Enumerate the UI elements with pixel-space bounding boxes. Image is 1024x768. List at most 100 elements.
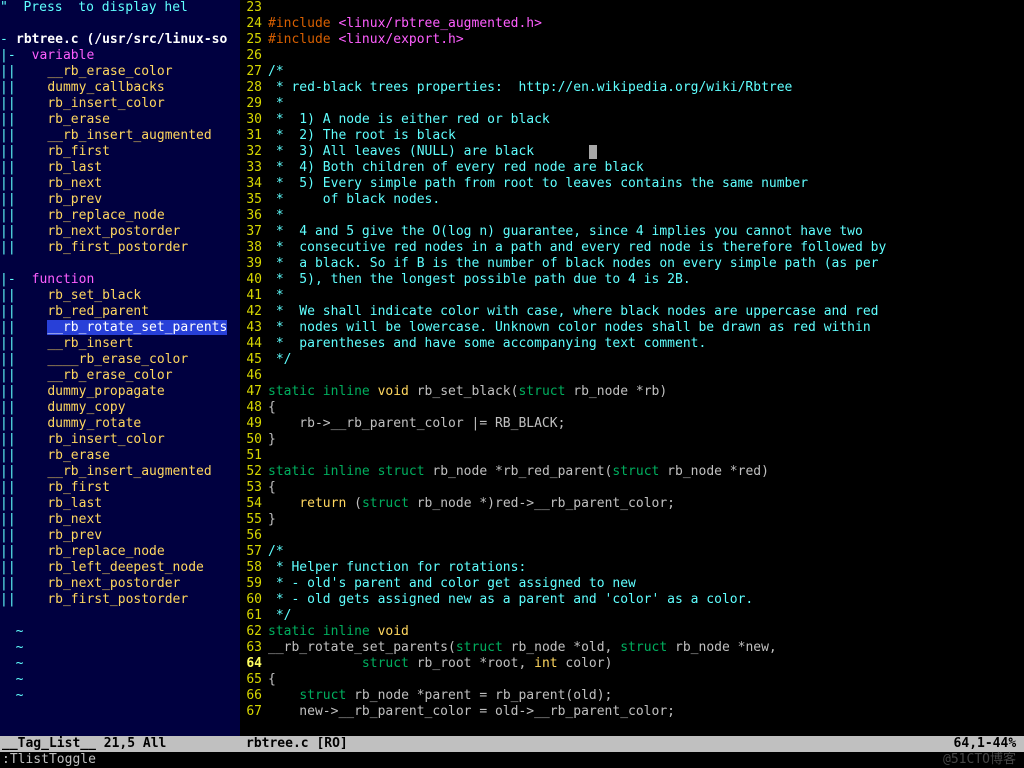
line-number: 47: [240, 384, 262, 400]
line-number: 33: [240, 160, 262, 176]
code-line[interactable]: struct rb_node *parent = rb_parent(old);: [268, 688, 1024, 704]
line-number: 42: [240, 304, 262, 320]
line-number: 43: [240, 320, 262, 336]
taglist-item[interactable]: || rb_insert_color: [0, 96, 240, 112]
taglist-file[interactable]: - rbtree.c (/usr/src/linux-so: [0, 32, 240, 48]
taglist-item[interactable]: || rb_first: [0, 144, 240, 160]
taglist-item[interactable]: || __rb_erase_color: [0, 368, 240, 384]
code-buffer-name: rbtree.c [RO]: [246, 736, 348, 752]
code-line[interactable]: * of black nodes.: [268, 192, 1024, 208]
taglist-item[interactable]: || rb_first_postorder: [0, 592, 240, 608]
taglist-item[interactable]: || rb_erase: [0, 448, 240, 464]
taglist-item[interactable]: || rb_prev: [0, 528, 240, 544]
taglist-pane[interactable]: " Press to display hel- rbtree.c (/usr/s…: [0, 0, 240, 736]
taglist-item[interactable]: || ____rb_erase_color: [0, 352, 240, 368]
code-line[interactable]: rb->__rb_parent_color |= RB_BLACK;: [268, 416, 1024, 432]
code-line[interactable]: return (struct rb_node *)red->__rb_paren…: [268, 496, 1024, 512]
code-line[interactable]: * 4 and 5 give the O(log n) guarantee, s…: [268, 224, 1024, 240]
taglist-item[interactable]: || rb_last: [0, 496, 240, 512]
command-line[interactable]: :TlistToggle @51CTO博客: [0, 752, 1024, 768]
taglist-item[interactable]: || dummy_rotate: [0, 416, 240, 432]
code-line[interactable]: static inline void rb_set_black(struct r…: [268, 384, 1024, 400]
code-line[interactable]: * 1) A node is either red or black: [268, 112, 1024, 128]
code-line[interactable]: * - old gets assigned new as a parent an…: [268, 592, 1024, 608]
code-line[interactable]: * a black. So if B is the number of blac…: [268, 256, 1024, 272]
code-line[interactable]: struct rb_root *root, int color): [268, 656, 1024, 672]
code-line[interactable]: #include <linux/export.h>: [268, 32, 1024, 48]
taglist-item[interactable]: || dummy_propagate: [0, 384, 240, 400]
taglist-item[interactable]: || __rb_erase_color: [0, 64, 240, 80]
line-number: 51: [240, 448, 262, 464]
code-line[interactable]: [268, 0, 1024, 16]
line-number: 55: [240, 512, 262, 528]
taglist-item[interactable]: || dummy_copy: [0, 400, 240, 416]
code-line[interactable]: {: [268, 480, 1024, 496]
taglist-item[interactable]: || rb_prev: [0, 192, 240, 208]
taglist-item[interactable]: || rb_erase: [0, 112, 240, 128]
taglist-item[interactable]: || __rb_rotate_set_parents: [0, 320, 240, 336]
code-line[interactable]: /*: [268, 544, 1024, 560]
code-line[interactable]: * We shall indicate color with case, whe…: [268, 304, 1024, 320]
code-line[interactable]: [268, 368, 1024, 384]
code-line[interactable]: * - old's parent and color get assigned …: [268, 576, 1024, 592]
line-number: 28: [240, 80, 262, 96]
code-line[interactable]: #include <linux/rbtree_augmented.h>: [268, 16, 1024, 32]
taglist-item[interactable]: || dummy_callbacks: [0, 80, 240, 96]
taglist-item[interactable]: || rb_first_postorder: [0, 240, 240, 256]
code-line[interactable]: new->__rb_parent_color = old->__rb_paren…: [268, 704, 1024, 720]
taglist-item[interactable]: || rb_red_parent: [0, 304, 240, 320]
taglist-item[interactable]: || rb_left_deepest_node: [0, 560, 240, 576]
code-line[interactable]: }: [268, 432, 1024, 448]
taglist-item[interactable]: || __rb_insert_augmented: [0, 464, 240, 480]
taglist-section[interactable]: |- variable: [0, 48, 240, 64]
line-number: 26: [240, 48, 262, 64]
taglist-item[interactable]: || rb_replace_node: [0, 208, 240, 224]
code-line[interactable]: * 5), then the longest possible path due…: [268, 272, 1024, 288]
taglist-item[interactable]: || __rb_insert: [0, 336, 240, 352]
taglist-item[interactable]: || rb_last: [0, 160, 240, 176]
code-line[interactable]: *: [268, 288, 1024, 304]
code-line[interactable]: * parentheses and have some accompanying…: [268, 336, 1024, 352]
code-line[interactable]: * Helper function for rotations:: [268, 560, 1024, 576]
code-line[interactable]: }: [268, 512, 1024, 528]
code-line[interactable]: {: [268, 400, 1024, 416]
code-line[interactable]: __rb_rotate_set_parents(struct rb_node *…: [268, 640, 1024, 656]
line-number: 66: [240, 688, 262, 704]
taglist-item[interactable]: || rb_set_black: [0, 288, 240, 304]
code-line[interactable]: * red-black trees properties: http://en.…: [268, 80, 1024, 96]
code-line[interactable]: [268, 448, 1024, 464]
code-line[interactable]: static inline struct rb_node *rb_red_par…: [268, 464, 1024, 480]
taglist-item[interactable]: || rb_next: [0, 176, 240, 192]
code-line[interactable]: [268, 48, 1024, 64]
code-line[interactable]: [268, 528, 1024, 544]
line-number: 65: [240, 672, 262, 688]
line-number: 46: [240, 368, 262, 384]
taglist-item[interactable]: || rb_insert_color: [0, 432, 240, 448]
code-line[interactable]: */: [268, 352, 1024, 368]
code-line[interactable]: static inline void: [268, 624, 1024, 640]
taglist-item[interactable]: || rb_next: [0, 512, 240, 528]
code-line[interactable]: {: [268, 672, 1024, 688]
taglist-section[interactable]: |- function: [0, 272, 240, 288]
line-number: 29: [240, 96, 262, 112]
code-line[interactable]: /*: [268, 64, 1024, 80]
code-line[interactable]: * 2) The root is black: [268, 128, 1024, 144]
taglist-item[interactable]: || rb_next_postorder: [0, 576, 240, 592]
code-line[interactable]: *: [268, 208, 1024, 224]
taglist-buffer-name: __Tag_List__: [2, 736, 96, 751]
taglist-item[interactable]: || rb_replace_node: [0, 544, 240, 560]
code-line[interactable]: * 3) All leaves (NULL) are black: [268, 144, 1024, 160]
code-line[interactable]: * nodes will be lowercase. Unknown color…: [268, 320, 1024, 336]
code-line[interactable]: * 5) Every simple path from root to leav…: [268, 176, 1024, 192]
line-number: 49: [240, 416, 262, 432]
code-line[interactable]: * consecutive red nodes in a path and ev…: [268, 240, 1024, 256]
line-number: 34: [240, 176, 262, 192]
taglist-item[interactable]: || rb_next_postorder: [0, 224, 240, 240]
code-line[interactable]: *: [268, 96, 1024, 112]
code-pane[interactable]: #include <linux/rbtree_augmented.h>#incl…: [268, 0, 1024, 736]
code-line[interactable]: */: [268, 608, 1024, 624]
code-line[interactable]: * 4) Both children of every red node are…: [268, 160, 1024, 176]
taglist-item[interactable]: || rb_first: [0, 480, 240, 496]
line-number: 64: [240, 656, 262, 672]
taglist-item[interactable]: || __rb_insert_augmented: [0, 128, 240, 144]
